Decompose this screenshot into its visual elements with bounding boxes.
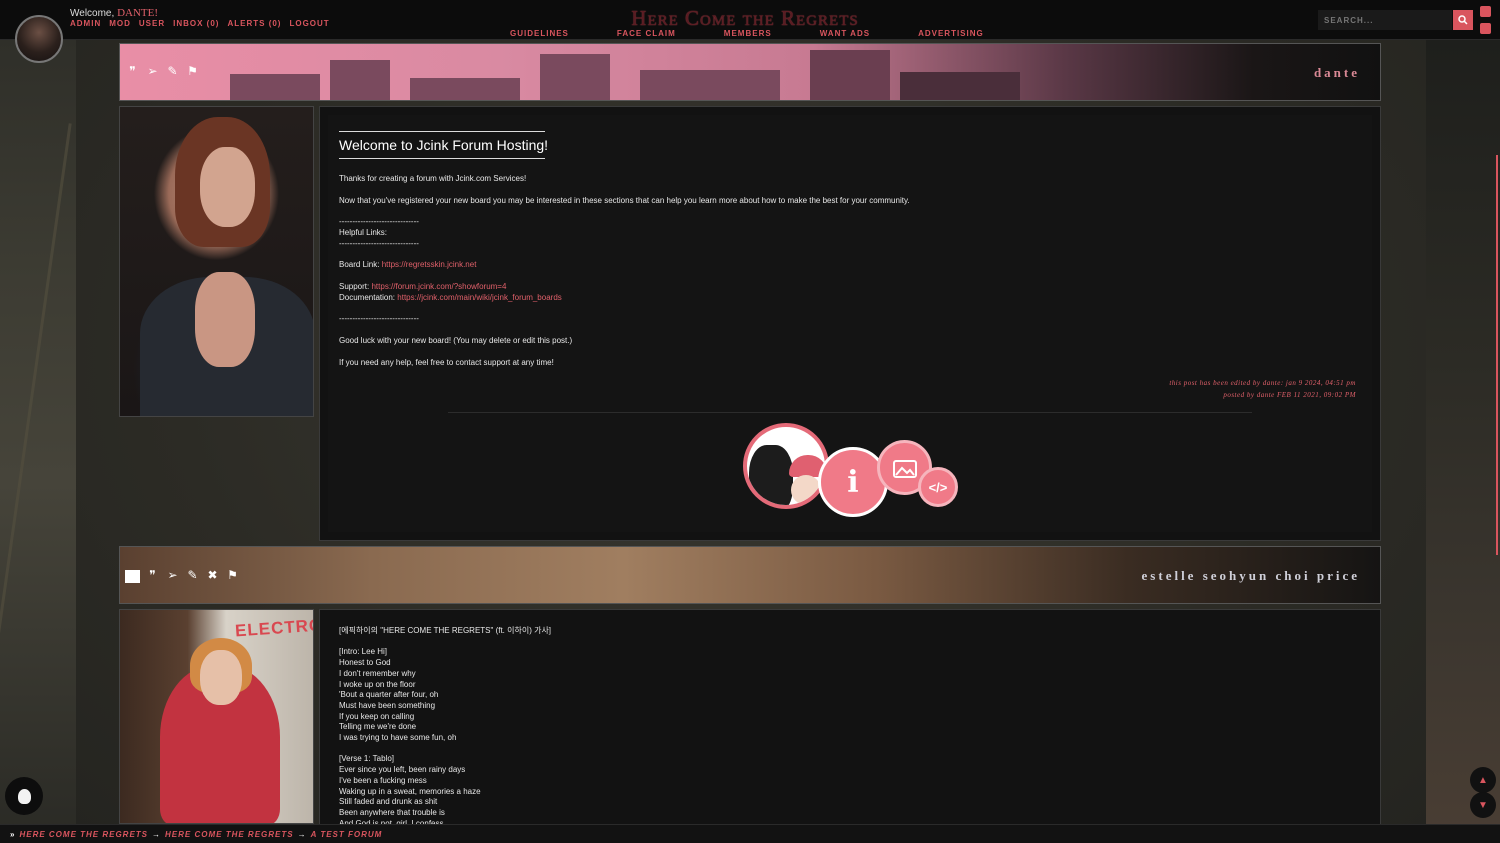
nav-want-ads[interactable]: WANT ADS [820,29,870,38]
helpful-links-label: Helpful Links: [339,227,388,237]
lightbulb-icon [17,788,31,804]
scroll-top-button[interactable]: ▲ [1470,767,1496,793]
welcome-text: Welcome, DANTE! [70,7,158,19]
post-header: ❞ ➢ ✎ ⚑ dante [119,43,1381,101]
board-link[interactable]: https://regretsskin.jcink.net [382,260,477,269]
nav-members[interactable]: MEMBERS [724,29,772,38]
arrow-up-icon: ▲ [1478,774,1488,786]
breadcrumb: » HERE COME THE REGRETS → HERE COME THE … [0,824,1500,843]
quote-icon[interactable]: ❞ [145,568,160,581]
post-paragraph: Thanks for creating a forum with Jcink.c… [339,174,527,183]
code-icon[interactable]: </> [918,467,958,507]
post-author[interactable]: dante [1314,65,1360,81]
flag-icon[interactable]: ⚑ [225,568,240,581]
post-actions: ❞ ➢ ✎ ⚑ [125,64,200,77]
send-icon[interactable]: ➢ [145,64,160,77]
post-title: Welcome to Jcink Forum Hosting! [339,137,549,153]
post-author-image [119,106,314,417]
background-right [1426,40,1500,843]
post-header: ❞ ➢ ✎ ✖ ⚑ estelle seohyun choi price [119,546,1381,604]
arrow-down-icon: ▼ [1478,799,1488,811]
breadcrumb-item[interactable]: A TEST FORUM [311,830,383,839]
scrollbar[interactable] [1496,155,1498,555]
divider-text: ------------------------------ [339,238,419,248]
user-link-inbox[interactable]: INBOX (0) [173,19,219,28]
post-author-image: ELECTRON [119,609,314,824]
divider [339,131,545,132]
banner-skyline [640,70,780,100]
search-button[interactable] [1453,10,1473,30]
search-icon [1458,15,1468,25]
post-edit-info: this post has been edited by dante: jan … [1169,377,1356,401]
user-link-logout[interactable]: LOGOUT [289,19,329,28]
post-actions: ❞ ➢ ✎ ✖ ⚑ [125,568,240,583]
divider-text: ------------------------------ [339,217,419,227]
breadcrumb-item[interactable]: HERE COME THE REGRETS [19,830,148,839]
post-author[interactable]: estelle seohyun choi price [1142,568,1360,584]
post-paragraph: If you need any help, feel free to conta… [339,357,554,367]
banner-skyline [330,60,390,100]
support-label: Support: [339,281,370,291]
info-icon[interactable]: i [818,447,888,517]
user-nav: ADMIN MOD USER INBOX (0) ALERTS (0) LOGO… [70,19,330,28]
post-content: Welcome to Jcink Forum Hosting! Thanks f… [319,106,1381,541]
main-nav: GUIDELINES FACE CLAIM MEMBERS WANT ADS A… [510,29,1032,38]
banner-skyline [540,54,610,100]
search-input[interactable] [1318,10,1452,30]
quote-icon[interactable]: ❞ [125,64,140,77]
banner-skyline [410,78,520,100]
breadcrumb-item[interactable]: HERE COME THE REGRETS [165,830,294,839]
site-title[interactable]: Here Come the Regrets [600,6,890,31]
background-left [0,40,76,843]
banner-skyline [810,50,890,100]
username[interactable]: DANTE! [117,7,158,19]
nav-face-claim[interactable]: FACE CLAIM [617,29,676,38]
user-link-mod[interactable]: MOD [109,19,131,28]
user-link-user[interactable]: USER [139,19,165,28]
divider [448,412,1252,413]
post-body: [에픽하이의 "HERE COME THE REGRETS" (ft. 이하이)… [339,626,552,828]
banner-skyline [900,72,1020,100]
divider-text: ------------------------------ [339,314,419,324]
docs-link[interactable]: https://jcink.com/main/wiki/jcink_forum_… [397,293,562,302]
edited-note: this post has been edited by dante: jan … [1169,379,1356,387]
docs-label: Documentation: [339,292,396,302]
edit-icon[interactable]: ✎ [185,568,200,581]
user-link-alerts[interactable]: ALERTS (0) [227,19,281,28]
user-link-admin[interactable]: ADMIN [70,19,101,28]
post-paragraph: Good luck with your new board! (You may … [339,335,573,345]
post-content: [에픽하이의 "HERE COME THE REGRETS" (ft. 이하이)… [319,609,1381,828]
posted-note: posted by dante FEB 11 2021, 09:02 PM [1223,391,1356,399]
post-paragraph: Now that you've registered your new boar… [339,195,910,205]
board-link-label: Board Link: [339,260,380,270]
flag-icon[interactable]: ⚑ [185,64,200,77]
user-avatar[interactable] [15,15,63,63]
scroll-bottom-button[interactable]: ▼ [1470,792,1496,818]
nav-advertising[interactable]: ADVERTISING [918,29,984,38]
banner-skyline [230,74,320,100]
post-body: Welcome to Jcink Forum Hosting! Thanks f… [339,125,1352,379]
notifications-icon[interactable] [1480,6,1491,17]
nav-guidelines[interactable]: GUIDELINES [510,29,569,38]
support-link[interactable]: https://forum.jcink.com/?showforum=4 [371,282,506,291]
divider [339,158,545,159]
select-checkbox[interactable] [125,570,140,583]
send-icon[interactable]: ➢ [165,568,180,581]
theme-toggle-button[interactable] [5,777,43,815]
profile-avatar-circle[interactable] [743,423,829,509]
top-bar: Welcome, DANTE! ADMIN MOD USER INBOX (0)… [0,0,1500,40]
edit-icon[interactable]: ✎ [165,64,180,77]
delete-icon[interactable]: ✖ [205,568,220,581]
book-icon[interactable] [1480,23,1491,34]
